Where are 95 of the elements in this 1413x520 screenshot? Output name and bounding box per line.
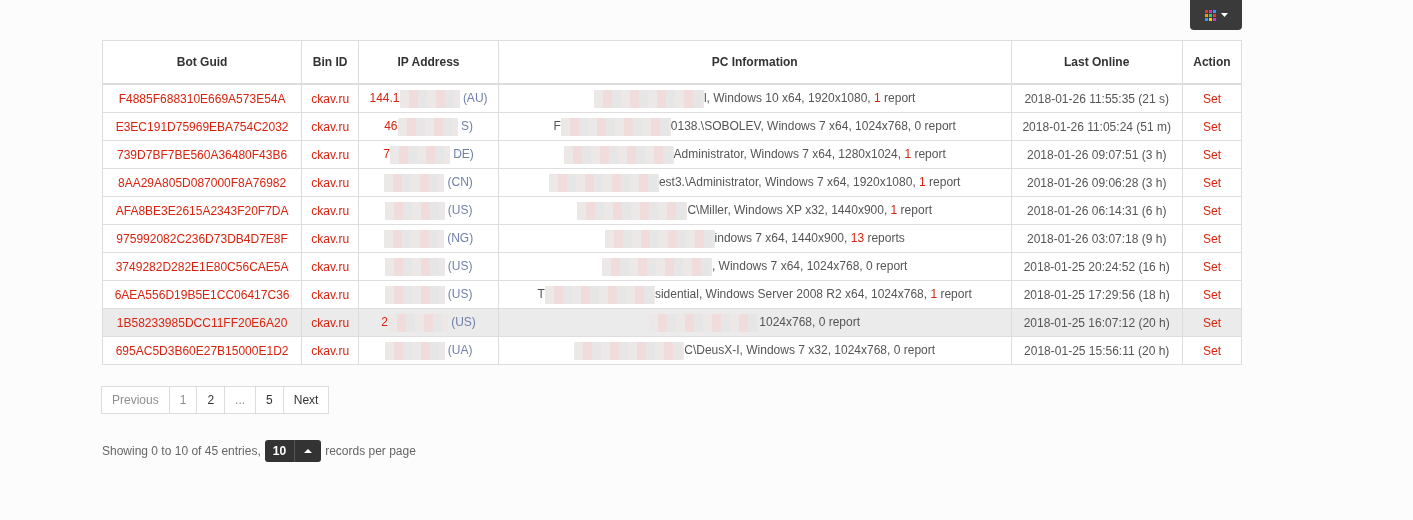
redaction-mask xyxy=(384,285,445,304)
page-button[interactable]: 5 xyxy=(255,386,284,414)
redaction-mask xyxy=(383,229,444,248)
set-link[interactable]: Set xyxy=(1202,315,1221,330)
bot-guid: 6AEA556D19B5E1CC06417C36 xyxy=(114,287,290,302)
report-count: 1 report xyxy=(904,146,946,161)
pc-info: F xyxy=(553,118,561,133)
grid-icon xyxy=(1204,9,1217,21)
set-link[interactable]: Set xyxy=(1202,175,1221,190)
bot-guid: 8AA29A805D087000F8A76982 xyxy=(118,175,287,190)
country-code: (US) xyxy=(446,286,473,301)
last-online: 2018-01-25 15:56:11 (20 h) xyxy=(1011,336,1183,365)
country-code: (AU) xyxy=(461,90,488,105)
redaction-mask xyxy=(389,145,450,164)
last-online: 2018-01-26 06:14:31 (6 h) xyxy=(1011,196,1183,225)
last-online: 2018-01-26 09:07:51 (3 h) xyxy=(1011,140,1183,169)
pc-info: T xyxy=(537,286,545,301)
bot-guid: 3749282D282E1E80C56CAE5A xyxy=(115,259,289,274)
country-code: S) xyxy=(459,118,473,133)
page-size-button[interactable]: 10 xyxy=(264,440,322,462)
set-link[interactable]: Set xyxy=(1202,91,1221,106)
records-per-page-label: records per page xyxy=(325,444,416,458)
redaction-mask xyxy=(384,257,445,276)
bin-id: ckav.ru xyxy=(311,259,350,274)
pc-info: C\Miller, Windows XP x32, 1440x900, xyxy=(687,202,889,217)
redaction-mask xyxy=(384,341,445,360)
report-count: 1 report xyxy=(919,174,961,189)
ip-address: 46 xyxy=(384,118,398,133)
set-link[interactable]: Set xyxy=(1202,287,1221,302)
ip-address: 144.1 xyxy=(369,90,400,105)
bot-guid: 695AC5D3B60E27B15000E1D2 xyxy=(115,343,289,358)
set-link[interactable]: Set xyxy=(1202,259,1221,274)
set-link[interactable]: Set xyxy=(1202,343,1221,358)
country-code: (UA) xyxy=(446,342,473,357)
page-button[interactable]: 2 xyxy=(196,386,226,414)
entries-summary: Showing 0 to 10 of 45 entries, xyxy=(102,444,261,458)
caret-icon xyxy=(304,449,313,453)
bin-id: ckav.ru xyxy=(311,343,350,358)
last-online: 2018-01-25 16:07:12 (20 h) xyxy=(1011,308,1183,337)
ip-address: 7 xyxy=(383,146,390,161)
bin-id: ckav.ru xyxy=(311,119,350,134)
columns-menu-button[interactable] xyxy=(1190,0,1242,30)
bin-id: ckav.ru xyxy=(311,287,350,302)
bin-id: ckav.ru xyxy=(311,231,350,246)
page-button[interactable]: Next xyxy=(282,386,330,414)
last-online: 2018-01-26 09:06:28 (3 h) xyxy=(1011,168,1183,197)
redaction-mask xyxy=(384,201,445,220)
redaction-mask xyxy=(397,117,458,136)
report-count: 0 report xyxy=(893,342,936,357)
caret-icon xyxy=(1220,13,1228,17)
set-link[interactable]: Set xyxy=(1202,119,1221,134)
last-online: 2018-01-26 11:05:24 (51 m) xyxy=(1011,112,1183,141)
pc-info: C\DeusX-I, Windows 7 x32, 1024x768, xyxy=(684,342,892,357)
country-code: (CN) xyxy=(446,174,473,189)
report-count: 1 report xyxy=(874,90,916,105)
set-link[interactable]: Set xyxy=(1202,203,1221,218)
bot-guid: 1B58233985DCC11FF20E6A20 xyxy=(116,315,288,330)
report-count: 0 report xyxy=(914,118,956,133)
set-link[interactable]: Set xyxy=(1202,147,1221,162)
country-code: (US) xyxy=(446,258,473,273)
bot-guid: E3EC191D75969EBA754C2032 xyxy=(115,119,289,134)
bot-guid: F4885F688310E669A573E54A xyxy=(118,91,286,106)
report-count: 1 report xyxy=(890,202,932,217)
report-count: 0 report xyxy=(818,314,861,329)
bin-id: ckav.ru xyxy=(311,91,350,106)
bot-guid: 975992082C236D73DB4D7E8F xyxy=(116,231,288,246)
pc-info: , Windows 7 x64, 1024x768, xyxy=(711,258,864,273)
ip-address: 2 xyxy=(381,314,388,329)
pc-info: est3.\Administrator, Windows 7 x64, 1920x1080, xyxy=(658,174,917,189)
pc-info: 0138.\SOBOLEV, Windows 7 x64, 1024x768, xyxy=(670,118,913,133)
bin-id: ckav.ru xyxy=(311,175,350,190)
bin-id: ckav.ru xyxy=(311,203,350,218)
pc-info: Administrator, Windows 7 x64, 1280x1024, xyxy=(673,146,903,161)
country-code: (US) xyxy=(450,314,476,329)
pc-info: l, Windows 10 x64, 1920x1080, xyxy=(703,90,872,105)
country-code: (US) xyxy=(446,202,473,217)
last-online: 2018-01-25 20:24:52 (16 h) xyxy=(1011,252,1183,281)
bot-guid: 739D7BF7BE560A36480F43B6 xyxy=(117,147,288,162)
bin-id: ckav.ru xyxy=(311,147,350,162)
country-code: DE) xyxy=(452,146,474,161)
last-online: 2018-01-26 03:07:18 (9 h) xyxy=(1011,224,1183,253)
report-count: 0 report xyxy=(866,258,908,273)
redaction-mask xyxy=(384,173,445,192)
bin-id: ckav.ru xyxy=(311,315,350,330)
set-link[interactable]: Set xyxy=(1202,231,1221,246)
report-count: 13 reports xyxy=(850,230,905,245)
redaction-mask xyxy=(399,89,460,108)
pc-info: 1024x768, xyxy=(759,314,817,329)
pc-info: sidential, Windows Server 2008 R2 x64, 1024x768, xyxy=(654,286,929,301)
country-code: (NG) xyxy=(446,230,474,245)
last-online: 2018-01-26 11:55:35 (21 s) xyxy=(1011,84,1183,113)
bot-guid: AFA8BE3E2615A2343F20F7DA xyxy=(115,203,289,218)
report-count: 1 report xyxy=(930,286,972,301)
pc-info: indows 7 x64, 1440x900, xyxy=(714,230,849,245)
last-online: 2018-01-25 17:29:56 (18 h) xyxy=(1011,280,1183,309)
